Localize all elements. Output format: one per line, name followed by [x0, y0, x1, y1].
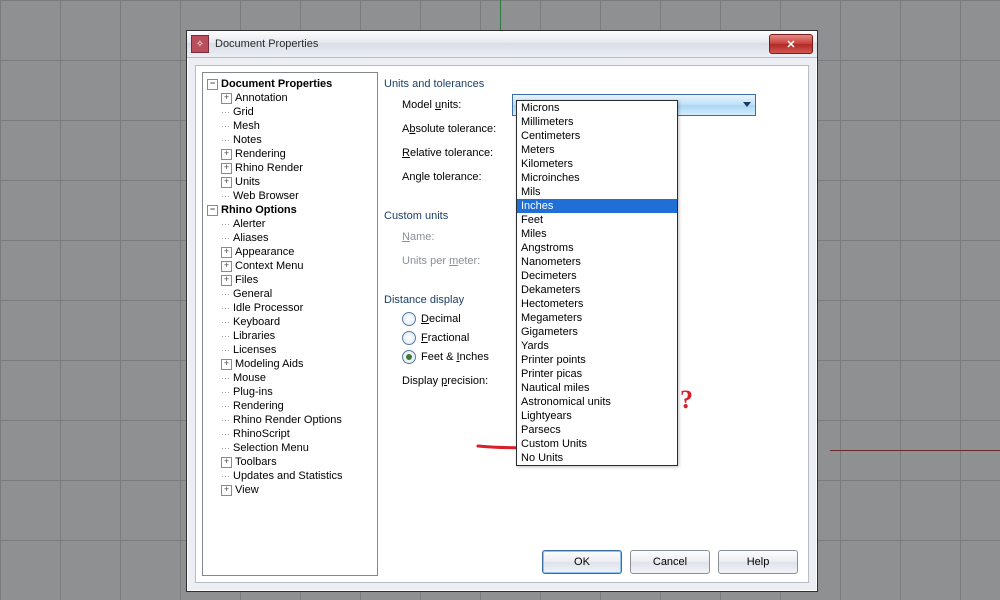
tree-item[interactable]: ⋯Mouse	[207, 371, 377, 385]
dropdown-item[interactable]: Inches	[517, 199, 677, 213]
titlebar[interactable]: ✧ Document Properties ✕	[187, 31, 817, 58]
tree-item[interactable]: ⋯RhinoScript	[207, 427, 377, 441]
tree-item[interactable]: ⋯Rendering	[207, 399, 377, 413]
chevron-down-icon	[743, 102, 751, 107]
dropdown-item[interactable]: Dekameters	[517, 283, 677, 297]
button-bar: OK Cancel Help	[542, 550, 798, 574]
options-tree[interactable]: −Document Properties+Annotation⋯Grid⋯Mes…	[202, 72, 378, 576]
dropdown-item[interactable]: Gigameters	[517, 325, 677, 339]
tree-item[interactable]: +View	[207, 483, 377, 497]
dropdown-item[interactable]: Angstroms	[517, 241, 677, 255]
tree-item[interactable]: ⋯Grid	[207, 105, 377, 119]
content-panel: Units and tolerances Model units: Inches…	[384, 72, 798, 538]
dropdown-item[interactable]: Centimeters	[517, 129, 677, 143]
tree-item[interactable]: +Toolbars	[207, 455, 377, 469]
dropdown-item[interactable]: Yards	[517, 339, 677, 353]
tree-item[interactable]: +Rhino Render	[207, 161, 377, 175]
group-label: Custom units	[384, 210, 454, 222]
dropdown-item[interactable]: Hectometers	[517, 297, 677, 311]
label-units-per-meter: Units per meter:	[402, 255, 512, 267]
dropdown-item[interactable]: Kilometers	[517, 157, 677, 171]
dropdown-item[interactable]: Parsecs	[517, 423, 677, 437]
close-icon: ✕	[786, 38, 795, 51]
tree-root[interactable]: −Document Properties	[207, 77, 377, 91]
tree-item[interactable]: +Rendering	[207, 147, 377, 161]
dropdown-item[interactable]: Microinches	[517, 171, 677, 185]
help-button[interactable]: Help	[718, 550, 798, 574]
dropdown-item[interactable]: No Units	[517, 451, 677, 465]
dropdown-item[interactable]: Mils	[517, 185, 677, 199]
dropdown-item[interactable]: Decimeters	[517, 269, 677, 283]
dropdown-item[interactable]: Feet	[517, 213, 677, 227]
cancel-button[interactable]: Cancel	[630, 550, 710, 574]
dialog-title: Document Properties	[215, 38, 769, 50]
tree-item[interactable]: ⋯General	[207, 287, 377, 301]
tree-item[interactable]: +Annotation	[207, 91, 377, 105]
tree-item[interactable]: ⋯Selection Menu	[207, 441, 377, 455]
tree-item[interactable]: ⋯Licenses	[207, 343, 377, 357]
tree-item[interactable]: +Units	[207, 175, 377, 189]
dropdown-item[interactable]: Nanometers	[517, 255, 677, 269]
dropdown-item[interactable]: Megameters	[517, 311, 677, 325]
app-icon: ✧	[191, 35, 209, 53]
label-name: Name:	[402, 231, 512, 243]
tree-item[interactable]: +Appearance	[207, 245, 377, 259]
tree-item[interactable]: +Modeling Aids	[207, 357, 377, 371]
tree-item[interactable]: ⋯Web Browser	[207, 189, 377, 203]
tree-item[interactable]: ⋯Aliases	[207, 231, 377, 245]
close-button[interactable]: ✕	[769, 34, 813, 54]
group-label: Units and tolerances	[384, 78, 490, 90]
tree-item[interactable]: ⋯Alerter	[207, 217, 377, 231]
dropdown-item[interactable]: Miles	[517, 227, 677, 241]
tree-item[interactable]: ⋯Updates and Statistics	[207, 469, 377, 483]
document-properties-dialog: ✧ Document Properties ✕ −Document Proper…	[186, 30, 818, 592]
dialog-body: −Document Properties+Annotation⋯Grid⋯Mes…	[195, 65, 809, 583]
tree-item[interactable]: ⋯Idle Processor	[207, 301, 377, 315]
label-relative-tolerance: Relative tolerance:	[402, 147, 512, 159]
dropdown-item[interactable]: Custom Units	[517, 437, 677, 451]
dropdown-item[interactable]: Meters	[517, 143, 677, 157]
tree-item[interactable]: ⋯Keyboard	[207, 315, 377, 329]
dropdown-item[interactable]: Printer points	[517, 353, 677, 367]
dropdown-item[interactable]: Microns	[517, 101, 677, 115]
label-absolute-tolerance: Absolute tolerance:	[402, 123, 512, 135]
axis-marker-h	[830, 450, 1000, 451]
label-model-units: Model units:	[402, 99, 512, 111]
group-units-tolerances: Units and tolerances Model units: Inches…	[384, 72, 798, 194]
tree-root[interactable]: −Rhino Options	[207, 203, 377, 217]
ok-button[interactable]: OK	[542, 550, 622, 574]
dropdown-item[interactable]: Printer picas	[517, 367, 677, 381]
tree-item[interactable]: +Files	[207, 273, 377, 287]
dropdown-item[interactable]: Astronomical units	[517, 395, 677, 409]
tree-item[interactable]: ⋯Mesh	[207, 119, 377, 133]
label-display-precision: Display precision:	[402, 375, 512, 387]
tree-item[interactable]: ⋯Rhino Render Options	[207, 413, 377, 427]
label-angle-tolerance: Angle tolerance:	[402, 171, 512, 183]
tree-item[interactable]: ⋯Plug-ins	[207, 385, 377, 399]
dropdown-item[interactable]: Lightyears	[517, 409, 677, 423]
dropdown-item[interactable]: Millimeters	[517, 115, 677, 129]
group-label: Distance display	[384, 294, 470, 306]
tree-item[interactable]: +Context Menu	[207, 259, 377, 273]
axis-marker-v	[500, 0, 501, 30]
dropdown-item[interactable]: Nautical miles	[517, 381, 677, 395]
tree-item[interactable]: ⋯Notes	[207, 133, 377, 147]
tree-item[interactable]: ⋯Libraries	[207, 329, 377, 343]
dropdown-model-units[interactable]: MicronsMillimetersCentimetersMetersKilom…	[516, 100, 678, 466]
